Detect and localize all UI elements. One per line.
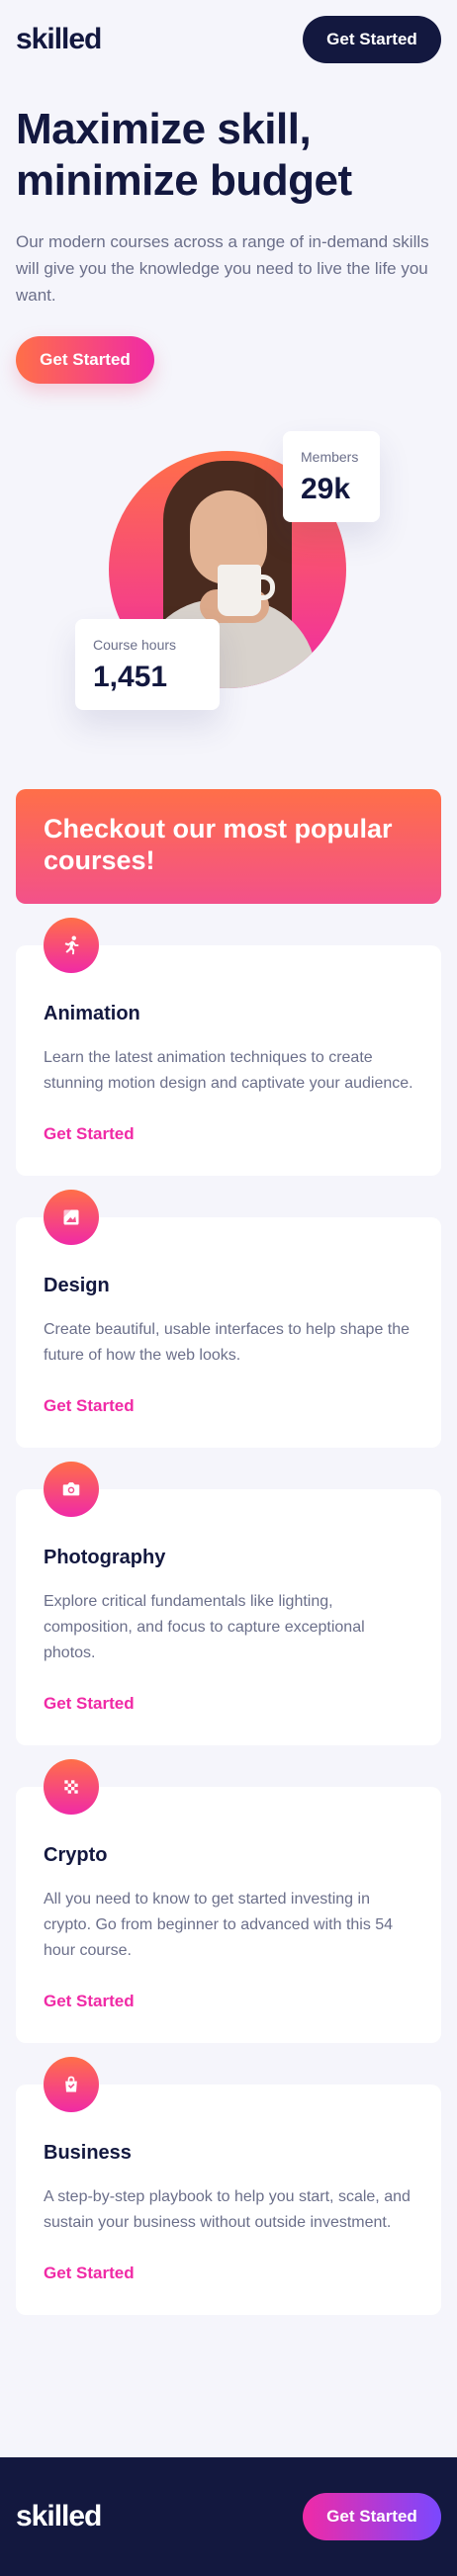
courses-heading-card: Checkout our most popular courses!: [16, 789, 441, 904]
course-title: Design: [44, 1275, 110, 1296]
header-get-started-button[interactable]: Get Started: [303, 16, 441, 63]
course-description: All you need to know to get started inve…: [44, 1891, 394, 1959]
course-title: Crypto: [44, 1844, 108, 1866]
courses-heading: Checkout our most popular courses!: [44, 814, 393, 875]
header: skilled Get Started: [0, 0, 457, 79]
shopping-bag-icon: [44, 2057, 99, 2112]
course-get-started-link[interactable]: Get Started: [44, 1396, 135, 1416]
hero-get-started-button[interactable]: Get Started: [16, 336, 154, 384]
course-title: Photography: [44, 1547, 166, 1568]
course-hours-value: 1,451: [93, 661, 168, 693]
course-card-business: Business A step-by-step playbook to help…: [16, 2057, 441, 2315]
course-get-started-link[interactable]: Get Started: [44, 1694, 135, 1714]
hero: Maximize skill, minimize budget Our mode…: [0, 79, 457, 384]
footer-logo[interactable]: skilled: [16, 2500, 102, 2533]
course-card-design: Design Create beautiful, usable interfac…: [16, 1190, 441, 1448]
hero-visual: Members 29k Course hours 1,451: [0, 394, 457, 789]
course-get-started-link[interactable]: Get Started: [44, 1124, 135, 1144]
course-card-photography: Photography Explore critical fundamental…: [16, 1462, 441, 1745]
course-card-crypto: Crypto All you need to know to get start…: [16, 1759, 441, 2043]
hero-text: Our modern courses across a range of in-…: [16, 232, 429, 305]
logo[interactable]: skilled: [16, 23, 102, 56]
members-stat-card: Members 29k: [283, 431, 380, 522]
members-value: 29k: [301, 473, 351, 505]
running-figure-icon: [44, 918, 99, 973]
course-description: Create beautiful, usable interfaces to h…: [44, 1321, 411, 1364]
course-hours-stat-card: Course hours 1,451: [75, 619, 220, 710]
page: skilled Get Started Maximize skill, mini…: [0, 0, 457, 2576]
footer-get-started-button[interactable]: Get Started: [303, 2493, 441, 2540]
course-get-started-link[interactable]: Get Started: [44, 1992, 135, 2011]
design-image-icon: [44, 1190, 99, 1245]
course-description: Learn the latest animation techniques to…: [44, 1049, 413, 1092]
course-title: Business: [44, 2142, 132, 2164]
course-description: A step-by-step playbook to help you star…: [44, 2188, 411, 2231]
course-get-started-link[interactable]: Get Started: [44, 2264, 135, 2283]
hero-title: Maximize skill, minimize budget: [16, 105, 352, 205]
members-label: Members: [301, 449, 359, 465]
crypto-grid-icon: [44, 1759, 99, 1815]
course-hours-label: Course hours: [93, 637, 177, 653]
course-description: Explore critical fundamentals like light…: [44, 1593, 365, 1661]
camera-icon: [44, 1462, 99, 1517]
courses-section: Checkout our most popular courses! Anima…: [0, 789, 457, 2315]
course-card-animation: Animation Learn the latest animation tec…: [16, 918, 441, 1176]
footer: skilled Get Started: [0, 2457, 457, 2576]
course-title: Animation: [44, 1003, 140, 1024]
